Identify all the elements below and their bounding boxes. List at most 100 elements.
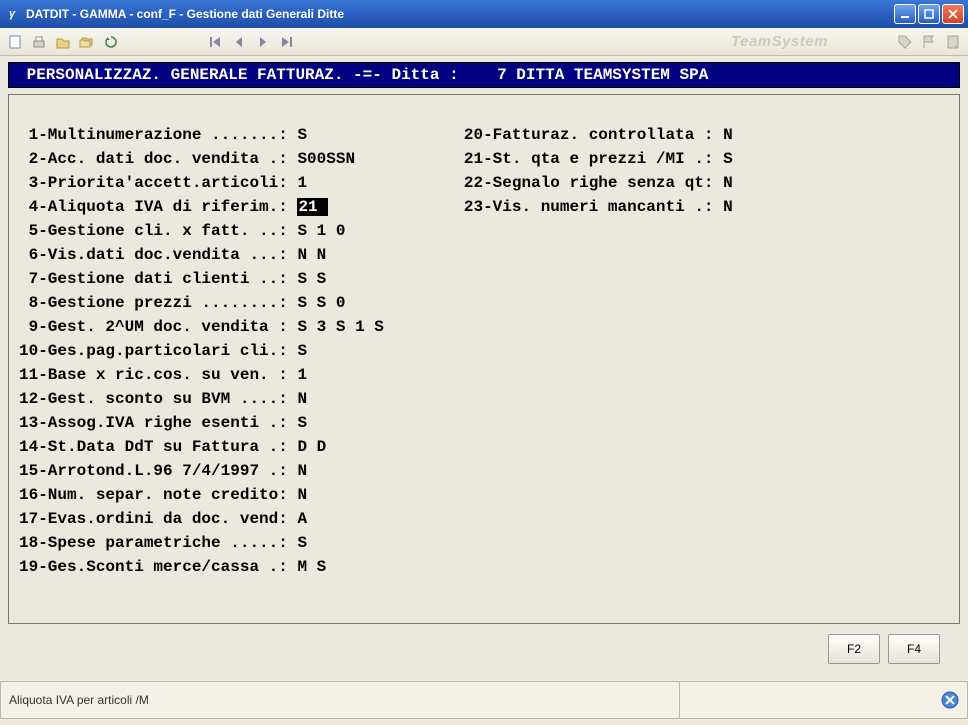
setting-label: -Num. separ. note credito: bbox=[38, 486, 297, 504]
setting-number: 19 bbox=[19, 555, 38, 579]
setting-label: -Gest. 2^UM doc. vendita : bbox=[38, 318, 297, 336]
last-icon[interactable] bbox=[278, 33, 296, 51]
setting-number: 6 bbox=[19, 243, 38, 267]
setting-value[interactable]: S 3 S 1 S bbox=[297, 318, 383, 336]
setting-value[interactable]: N bbox=[297, 390, 307, 408]
note-icon[interactable] bbox=[944, 33, 962, 51]
setting-label: -Segnalo righe senza qt: bbox=[483, 174, 723, 192]
settings-column-left: 1-Multinumerazione .......: S 2-Acc. dat… bbox=[19, 123, 384, 579]
setting-number: 10 bbox=[19, 339, 38, 363]
setting-value[interactable]: N bbox=[297, 486, 307, 504]
new-icon[interactable] bbox=[6, 33, 24, 51]
toolbar-file-group bbox=[6, 33, 120, 51]
setting-row: 13-Assog.IVA righe esenti .: S bbox=[19, 411, 384, 435]
setting-value[interactable]: 21 bbox=[297, 198, 328, 216]
setting-value[interactable]: M S bbox=[297, 558, 326, 576]
setting-row: 11-Base x ric.cos. su ven. : 1 bbox=[19, 363, 384, 387]
setting-number: 13 bbox=[19, 411, 38, 435]
close-button[interactable] bbox=[942, 4, 964, 24]
setting-label: -Spese parametriche .....: bbox=[38, 534, 297, 552]
window-buttons bbox=[894, 4, 964, 24]
setting-row: 5-Gestione cli. x fatt. ..: S 1 0 bbox=[19, 219, 384, 243]
setting-value[interactable]: N N bbox=[297, 246, 326, 264]
f4-button[interactable]: F4 bbox=[888, 634, 940, 664]
toolbar-right-group bbox=[896, 33, 962, 51]
setting-value[interactable]: N bbox=[297, 462, 307, 480]
setting-value[interactable]: 1 bbox=[297, 174, 307, 192]
setting-label: -Base x ric.cos. su ven. : bbox=[38, 366, 297, 384]
setting-number: 14 bbox=[19, 435, 38, 459]
setting-label: -Ges.Sconti merce/cassa .: bbox=[38, 558, 297, 576]
setting-value[interactable]: S S bbox=[297, 270, 326, 288]
setting-row: 15-Arrotond.L.96 7/4/1997 .: N bbox=[19, 459, 384, 483]
setting-row: 3-Priorita'accett.articoli: 1 bbox=[19, 171, 384, 195]
setting-number: 22 bbox=[464, 171, 483, 195]
setting-value[interactable]: N bbox=[723, 174, 733, 192]
setting-row: 1-Multinumerazione .......: S bbox=[19, 123, 384, 147]
setting-number: 1 bbox=[19, 123, 38, 147]
header-band: PERSONALIZZAZ. GENERALE FATTURAZ. -=- Di… bbox=[8, 62, 960, 88]
setting-label: -Gestione prezzi ........: bbox=[38, 294, 297, 312]
prev-icon[interactable] bbox=[230, 33, 248, 51]
setting-label: -Vis. numeri mancanti .: bbox=[483, 198, 723, 216]
print-icon[interactable] bbox=[30, 33, 48, 51]
setting-number: 7 bbox=[19, 267, 38, 291]
setting-label: -Aliquota IVA di riferim.: bbox=[38, 198, 297, 216]
setting-value[interactable]: A bbox=[297, 510, 307, 528]
settings-column-right: 20-Fatturaz. controllata : N21-St. qta e… bbox=[464, 123, 733, 579]
window-title: DATDIT - GAMMA - conf_F - Gestione dati … bbox=[26, 7, 894, 21]
setting-row: 12-Gest. sconto su BVM ....: N bbox=[19, 387, 384, 411]
maximize-button[interactable] bbox=[918, 4, 940, 24]
setting-value[interactable]: S bbox=[297, 126, 307, 144]
setting-value[interactable]: S bbox=[723, 150, 733, 168]
setting-number: 23 bbox=[464, 195, 483, 219]
setting-row: 10-Ges.pag.particolari cli.: S bbox=[19, 339, 384, 363]
help-close-icon[interactable] bbox=[941, 691, 959, 709]
setting-value[interactable]: S bbox=[297, 534, 307, 552]
next-icon[interactable] bbox=[254, 33, 272, 51]
setting-number: 3 bbox=[19, 171, 38, 195]
setting-label: -Priorita'accett.articoli: bbox=[38, 174, 297, 192]
terminal-panel: 1-Multinumerazione .......: S 2-Acc. dat… bbox=[8, 94, 960, 624]
setting-value[interactable]: D D bbox=[297, 438, 326, 456]
setting-value[interactable]: S S 0 bbox=[297, 294, 345, 312]
setting-value[interactable]: S 1 0 bbox=[297, 222, 345, 240]
status-right bbox=[680, 682, 968, 719]
setting-number: 2 bbox=[19, 147, 38, 171]
setting-row: 21-St. qta e prezzi /MI .: S bbox=[464, 147, 733, 171]
setting-label: -Arrotond.L.96 7/4/1997 .: bbox=[38, 462, 297, 480]
setting-number: 11 bbox=[19, 363, 38, 387]
setting-label: -Gestione dati clienti ..: bbox=[38, 270, 297, 288]
setting-row: 14-St.Data DdT su Fattura .: D D bbox=[19, 435, 384, 459]
setting-value[interactable]: N bbox=[723, 198, 733, 216]
flag-icon[interactable] bbox=[920, 33, 938, 51]
tag-icon[interactable] bbox=[896, 33, 914, 51]
setting-label: -Gestione cli. x fatt. ..: bbox=[38, 222, 297, 240]
setting-label: -Gest. sconto su BVM ....: bbox=[38, 390, 297, 408]
f2-button[interactable]: F2 bbox=[828, 634, 880, 664]
setting-label: -Ges.pag.particolari cli.: bbox=[38, 342, 297, 360]
setting-value[interactable]: S bbox=[297, 414, 307, 432]
setting-value[interactable]: N bbox=[723, 126, 733, 144]
setting-label: -Multinumerazione .......: bbox=[38, 126, 297, 144]
setting-value[interactable]: 1 bbox=[297, 366, 307, 384]
brand-logo: TeamSystem bbox=[731, 33, 828, 50]
folders-icon[interactable] bbox=[78, 33, 96, 51]
setting-number: 9 bbox=[19, 315, 38, 339]
status-bar: Aliquota IVA per articoli /M bbox=[0, 681, 968, 719]
setting-value[interactable]: S00SSN bbox=[297, 150, 355, 168]
setting-row: 8-Gestione prezzi ........: S S 0 bbox=[19, 291, 384, 315]
refresh-icon[interactable] bbox=[102, 33, 120, 51]
minimize-button[interactable] bbox=[894, 4, 916, 24]
setting-row: 16-Num. separ. note credito: N bbox=[19, 483, 384, 507]
setting-number: 12 bbox=[19, 387, 38, 411]
app-icon: γ bbox=[4, 6, 20, 22]
folder-icon[interactable] bbox=[54, 33, 72, 51]
setting-row: 23-Vis. numeri mancanti .: N bbox=[464, 195, 733, 219]
setting-row: 2-Acc. dati doc. vendita .: S00SSN bbox=[19, 147, 384, 171]
setting-number: 18 bbox=[19, 531, 38, 555]
setting-row: 9-Gest. 2^UM doc. vendita : S 3 S 1 S bbox=[19, 315, 384, 339]
first-icon[interactable] bbox=[206, 33, 224, 51]
setting-value[interactable]: S bbox=[297, 342, 307, 360]
setting-row: 6-Vis.dati doc.vendita ...: N N bbox=[19, 243, 384, 267]
